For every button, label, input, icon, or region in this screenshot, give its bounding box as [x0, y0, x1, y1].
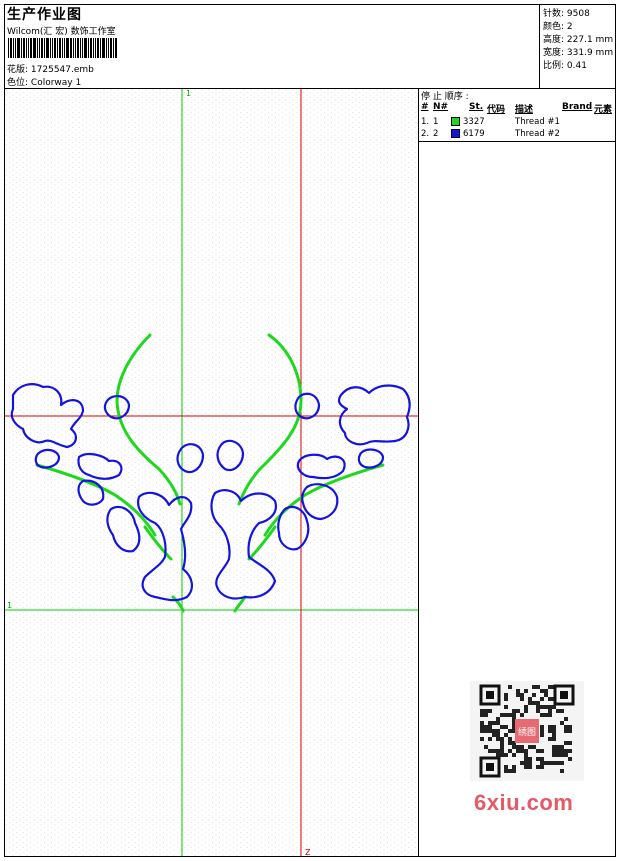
barcode-bar	[13, 38, 14, 58]
design-label: 花版:	[7, 65, 29, 75]
barcode-bar	[8, 38, 9, 58]
qr-code-image: 绣图	[470, 681, 584, 781]
design-width: 宽度: 331.9 mm	[543, 45, 613, 58]
design-height-value: 227.1 mm	[566, 35, 614, 45]
design-canvas	[5, 89, 418, 856]
barcode-bar	[46, 38, 49, 58]
color-count-value: 2	[566, 22, 573, 32]
design-scale-value: 0.41	[566, 61, 587, 71]
barcode-bar	[108, 38, 109, 58]
barcode-bar	[66, 38, 69, 58]
row-n: 1	[433, 117, 439, 127]
row-desc: Thread #2	[515, 129, 560, 139]
stitch-count-value: 9508	[566, 9, 590, 19]
barcode-bar	[21, 38, 22, 58]
barcode-bar	[50, 38, 51, 58]
row-code: 3327	[463, 117, 485, 127]
barcode-bar	[44, 38, 45, 58]
colorway-value: Colorway 1	[30, 78, 82, 88]
barcode	[8, 38, 140, 58]
barcode-bar	[41, 38, 43, 58]
barcode-bar	[90, 38, 92, 58]
thread-swatch	[451, 129, 460, 138]
barcode-bar	[106, 38, 107, 58]
barcode-bar	[100, 38, 101, 58]
barcode-bar	[15, 38, 16, 58]
legend-divider	[418, 141, 616, 142]
left-axis-marker: 1	[7, 601, 13, 610]
colorway-label: 色位:	[7, 78, 29, 88]
color-count: 颜色: 2	[543, 19, 573, 32]
design-width-label: 宽度:	[543, 48, 565, 58]
canvas-divider	[418, 88, 419, 857]
stats-divider	[539, 4, 540, 89]
barcode-bar	[23, 38, 25, 58]
row-index: 1.	[421, 117, 430, 127]
qr-code: 绣图	[470, 681, 584, 781]
barcode-bar	[39, 38, 40, 58]
barcode-bar	[84, 38, 87, 58]
col-code: 代码	[487, 105, 506, 115]
row-n: 2	[433, 129, 439, 139]
barcode-bar	[26, 38, 27, 58]
barcode-bar	[113, 38, 114, 58]
col-index: #	[421, 102, 429, 112]
top-axis-marker: 1	[186, 89, 192, 98]
design-width-value: 331.9 mm	[566, 48, 614, 58]
row-index: 2.	[421, 129, 430, 139]
barcode-bar	[37, 38, 38, 58]
barcode-bar	[77, 38, 79, 58]
col-element: 元素	[594, 105, 613, 115]
barcode-bar	[62, 38, 63, 58]
stop-sequence-label: 停 止 顺序 :	[421, 92, 469, 102]
barcode-bar	[59, 38, 61, 58]
barcode-bar	[73, 38, 74, 58]
design-scale-label: 比例:	[543, 61, 565, 71]
barcode-bar	[82, 38, 83, 58]
col-brand: Brand	[562, 102, 593, 112]
barcode-bar	[57, 38, 58, 58]
barcode-bar	[28, 38, 29, 58]
barcode-bar	[97, 38, 99, 58]
col-st: St.	[469, 102, 484, 112]
col-desc: 描述	[515, 105, 534, 115]
barcode-bar	[52, 38, 53, 58]
barcode-bar	[95, 38, 96, 58]
barcode-bar	[110, 38, 112, 58]
design-value: 1725547.emb	[30, 65, 94, 75]
design-height: 高度: 227.1 mm	[543, 32, 613, 45]
design-name-line: 花版: 1725547.emb	[7, 62, 94, 75]
barcode-bar	[10, 38, 12, 58]
qr-center-text: 绣图	[518, 726, 536, 738]
design-height-label: 高度:	[543, 35, 565, 45]
design-scale: 比例: 0.41	[543, 58, 587, 71]
barcode-bar	[33, 38, 36, 58]
barcode-bar	[93, 38, 94, 58]
barcode-bar	[88, 38, 89, 58]
barcode-bar	[64, 38, 65, 58]
col-n: N#	[433, 102, 449, 112]
watermark-brand: 6xiu.com	[474, 790, 574, 815]
barcode-bar	[80, 38, 81, 58]
stitch-count: 针数: 9508	[543, 6, 590, 19]
studio-name: Wilcom(汇 宏) 数饰工作室	[7, 27, 116, 37]
row-desc: Thread #1	[515, 117, 560, 127]
barcode-bar	[17, 38, 20, 58]
barcode-bar	[54, 38, 56, 58]
stitch-count-label: 针数:	[543, 9, 565, 19]
bottom-axis-marker: Z	[305, 848, 311, 857]
barcode-bar	[30, 38, 32, 58]
embroidery-drawing	[5, 89, 418, 856]
color-count-label: 颜色:	[543, 22, 565, 32]
row-code: 6179	[463, 129, 485, 139]
barcode-bar	[70, 38, 72, 58]
barcode-bar	[102, 38, 105, 58]
thread-swatch	[451, 117, 460, 126]
barcode-bar	[115, 38, 117, 58]
page-title: 生产作业图	[7, 7, 82, 23]
colorway-line: 色位: Colorway 1	[7, 75, 81, 88]
barcode-bar	[75, 38, 76, 58]
